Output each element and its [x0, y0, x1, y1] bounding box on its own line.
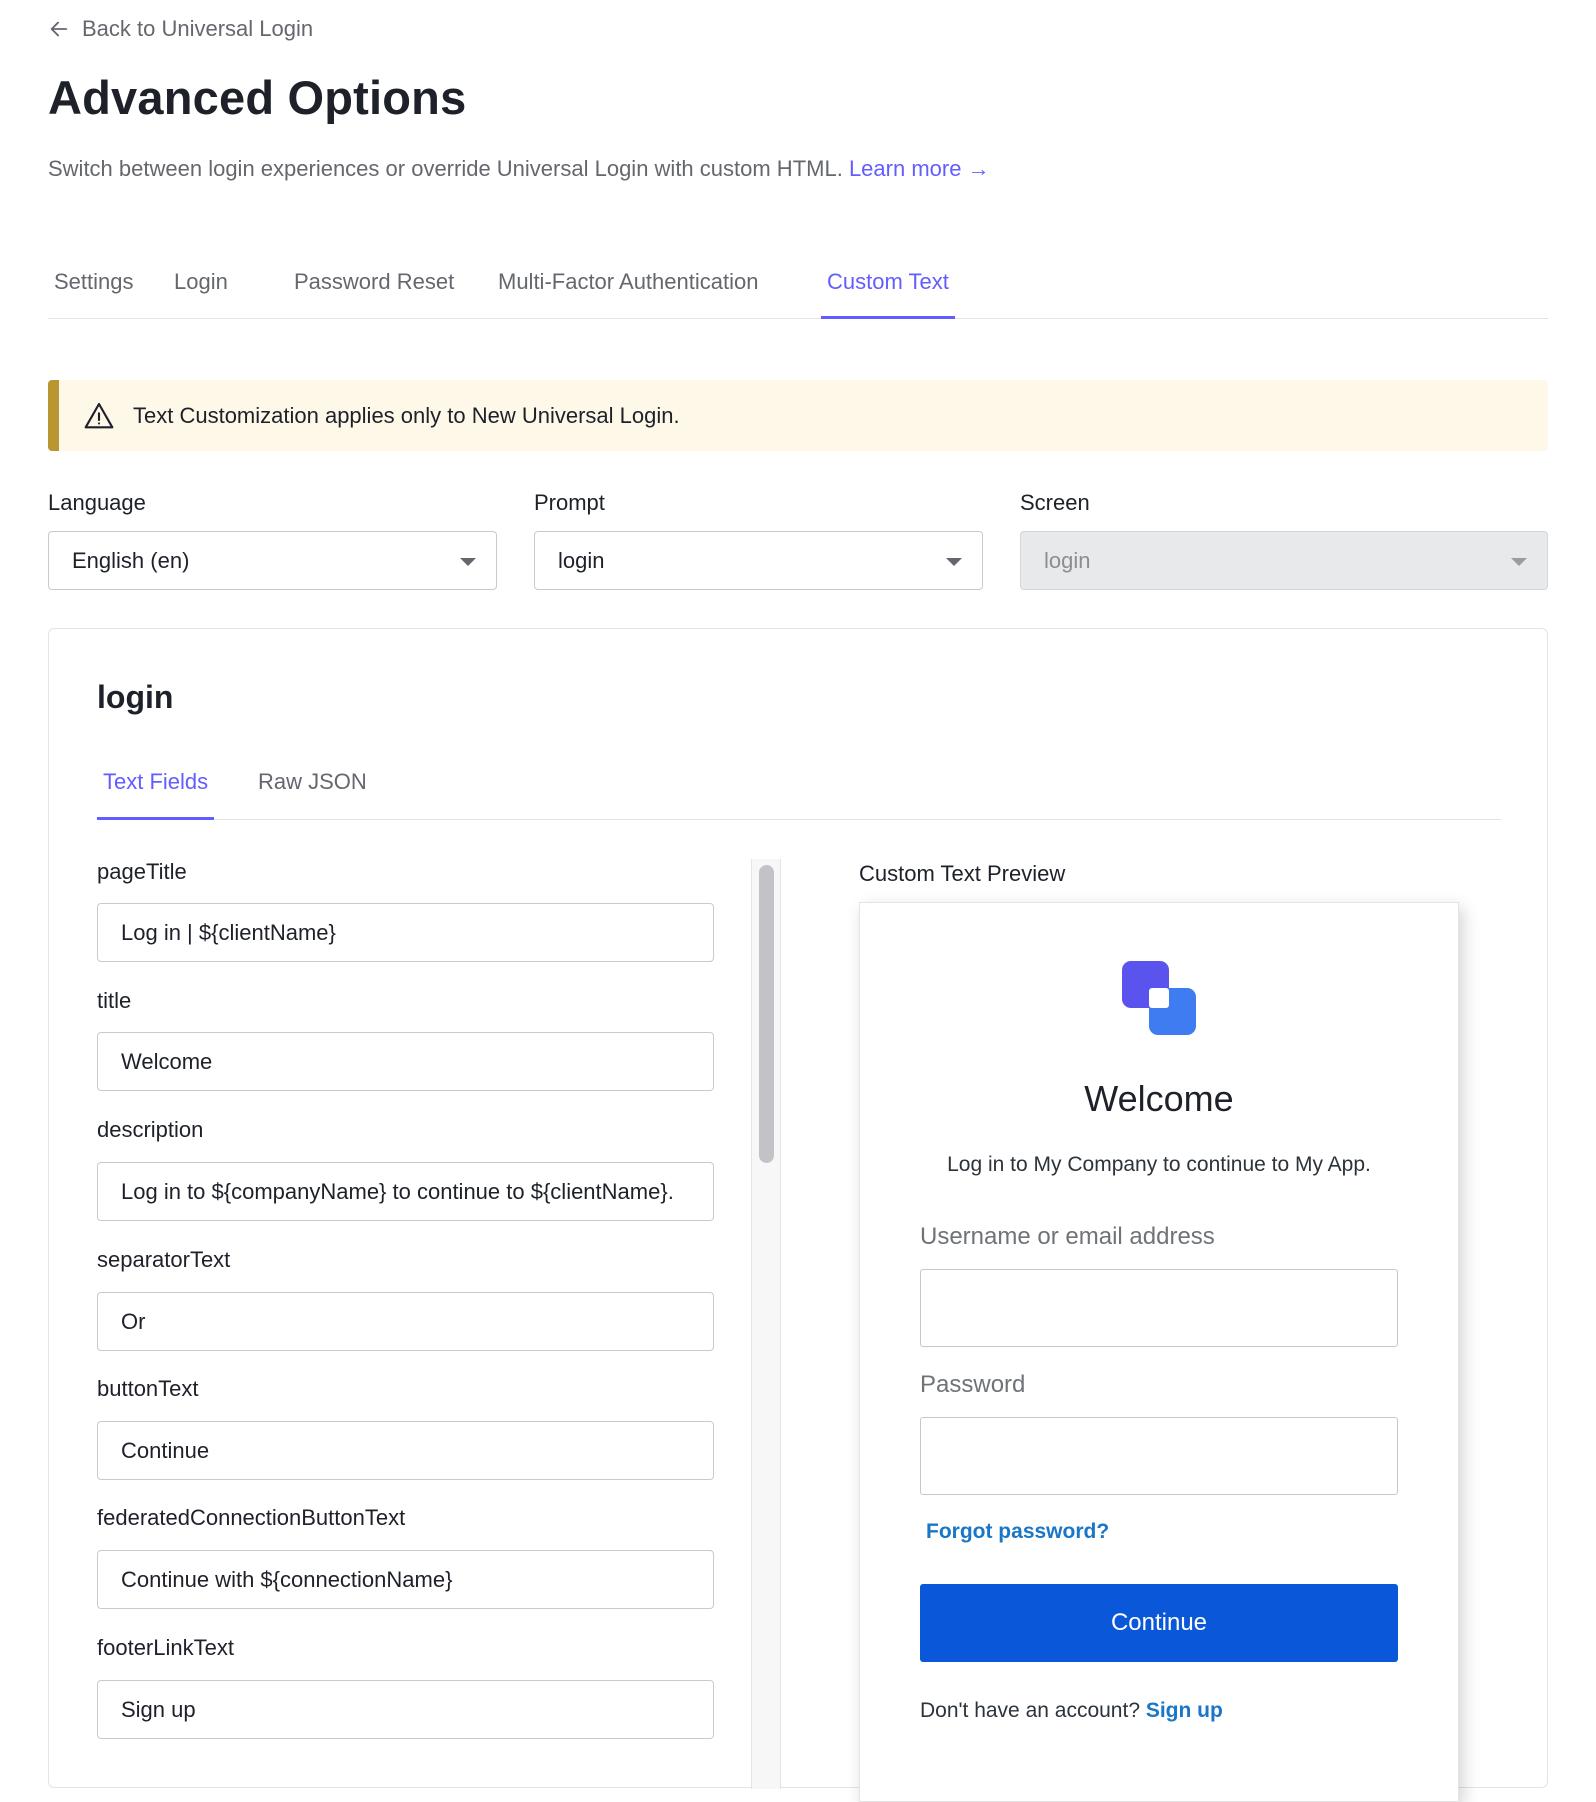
field-label-title: title — [97, 988, 132, 1013]
tab-login[interactable]: Login — [168, 269, 234, 319]
preview-username-label: Username or email address — [920, 1223, 1215, 1250]
tab-text-fields[interactable]: Text Fields — [97, 769, 215, 820]
arrow-left-icon — [50, 21, 68, 37]
company-logo-icon — [1122, 961, 1196, 1035]
subtitle-text: Switch between login experiences or over… — [48, 156, 843, 181]
page-title: Advanced Options — [48, 71, 467, 124]
language-select[interactable]: English (en) — [48, 531, 497, 590]
warning-text: Text Customization applies only to New U… — [133, 402, 680, 428]
preview-footer: Don't have an account? Sign up — [920, 1699, 1223, 1723]
preview-title: Welcome — [1084, 1078, 1234, 1119]
card-title: login — [97, 679, 174, 715]
buttontext-input[interactable] — [97, 1421, 714, 1480]
preview-signup-link[interactable]: Sign up — [1146, 1699, 1223, 1722]
screen-label: Screen — [1020, 490, 1090, 515]
back-link[interactable]: Back to Universal Login — [48, 16, 313, 42]
title-input[interactable] — [97, 1032, 714, 1091]
tab-raw-json[interactable]: Raw JSON — [252, 769, 373, 820]
prompt-value: login — [558, 547, 605, 573]
preview-password-input[interactable] — [920, 1417, 1398, 1495]
field-label-federatedconnectionbuttontext: federatedConnectionButtonText — [97, 1505, 406, 1530]
footerlinktext-input[interactable] — [97, 1680, 714, 1739]
custom-text-card: login Text Fields Raw JSON pageTitle tit… — [48, 628, 1548, 1802]
tab-custom-text[interactable]: Custom Text — [821, 269, 955, 319]
preview-footer-text: Don't have an account? — [920, 1699, 1140, 1722]
warning-banner: Text Customization applies only to New U… — [48, 380, 1548, 451]
language-label: Language — [48, 490, 146, 515]
preview-continue-button[interactable]: Continue — [920, 1584, 1398, 1662]
learn-more-label: Learn more — [848, 156, 962, 181]
login-preview: Welcome Log in to My Company to continue… — [859, 902, 1459, 1802]
card-subtabs: Text Fields Raw JSON — [97, 757, 1501, 820]
caret-down-icon — [946, 558, 962, 566]
fields-scrollbar[interactable] — [751, 859, 781, 1789]
tab-settings[interactable]: Settings — [48, 269, 140, 319]
preview-forgot-password-link[interactable]: Forgot password? — [926, 1520, 1109, 1544]
field-label-description: description — [97, 1117, 204, 1142]
prompt-select[interactable]: login — [534, 531, 983, 590]
screen-value: login — [1044, 547, 1091, 573]
language-value: English (en) — [72, 547, 190, 573]
arrow-right-icon: → — [967, 156, 990, 181]
page-subtitle: Switch between login experiences or over… — [48, 156, 990, 182]
caret-down-icon — [460, 558, 476, 566]
screen-select: login — [1020, 531, 1548, 590]
pagetitle-input[interactable] — [97, 903, 714, 962]
description-input[interactable] — [97, 1162, 714, 1221]
caret-down-icon — [1511, 558, 1527, 566]
separatortext-input[interactable] — [97, 1292, 714, 1351]
field-label-buttontext: buttonText — [97, 1376, 199, 1401]
preview-username-input[interactable] — [920, 1269, 1398, 1347]
warning-icon — [84, 402, 114, 428]
field-label-pagetitle: pageTitle — [97, 859, 187, 884]
main-tabs: Settings Login Password Reset Multi-Fact… — [48, 255, 1548, 319]
field-label-footerlinktext: footerLinkText — [97, 1635, 234, 1660]
preview-password-label: Password — [920, 1371, 1026, 1398]
field-label-separatortext: separatorText — [97, 1247, 231, 1272]
scrollbar-thumb[interactable] — [759, 865, 774, 1163]
learn-more-link[interactable]: Learn more → — [849, 156, 990, 181]
preview-label: Custom Text Preview — [859, 861, 1066, 886]
tab-password-reset[interactable]: Password Reset — [288, 269, 460, 319]
prompt-label: Prompt — [534, 490, 605, 515]
preview-description: Log in to My Company to continue to My A… — [947, 1153, 1371, 1176]
federatedconnectionbuttontext-input[interactable] — [97, 1550, 714, 1609]
back-link-label: Back to Universal Login — [82, 16, 314, 41]
tab-multi-factor-authentication[interactable]: Multi-Factor Authentication — [492, 269, 764, 319]
